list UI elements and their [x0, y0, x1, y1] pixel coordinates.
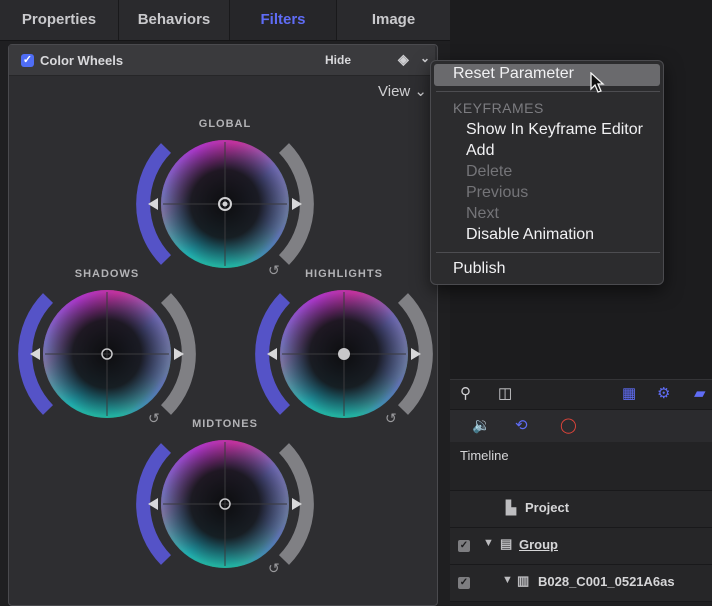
search-icon[interactable]: ⚲	[460, 384, 471, 402]
layers-icon[interactable]: ▰	[694, 384, 706, 402]
global-wheel[interactable]	[136, 140, 314, 268]
loop-icon[interactable]: ⟲	[515, 416, 528, 434]
menu-item-delete: Delete	[466, 163, 513, 180]
row-label: Project	[525, 500, 570, 515]
highlights-wheel[interactable]	[255, 290, 433, 418]
menu-item-previous: Previous	[466, 184, 529, 201]
menu-separator	[436, 252, 660, 253]
menu-item-show-in-keyframe-editor[interactable]: Show In Keyframe Editor	[466, 121, 643, 139]
timeline-row-group[interactable]: ✓ ▼ ▤ Group	[450, 528, 712, 565]
row-enable-checkbox[interactable]: ✓	[458, 540, 470, 552]
cursor-icon	[590, 72, 605, 93]
row-label: B028_C001_0521A6as	[538, 574, 675, 589]
shadows-wheel[interactable]	[18, 290, 196, 418]
timeline-controls: 🔉 ⟲ ◯	[450, 409, 712, 443]
timeline-row-clip[interactable]: ✓ ▼ ▥ B028_C001_0521A6as	[450, 565, 712, 602]
reset-arrow-icon[interactable]: ↺	[385, 410, 397, 427]
menu-item-next: Next	[466, 205, 499, 222]
disclosure-triangle-icon[interactable]: ▼	[483, 537, 494, 549]
layout-icon[interactable]: ◫	[498, 384, 512, 402]
reset-arrow-icon[interactable]: ↺	[268, 560, 280, 577]
document-icon: ▙	[506, 500, 516, 515]
record-icon[interactable]: ◯	[560, 416, 577, 434]
reset-arrow-icon[interactable]: ↺	[268, 262, 280, 279]
timeline-title: Timeline	[460, 448, 509, 463]
row-label: Group	[519, 537, 558, 552]
film-icon: ▥	[517, 573, 530, 588]
timeline-row-project[interactable]: ▙ Project	[450, 491, 712, 528]
audio-icon[interactable]: 🔉	[472, 416, 491, 434]
menu-item-publish[interactable]: Publish	[453, 260, 505, 278]
menu-separator	[436, 91, 660, 92]
timeline-header: Timeline	[450, 442, 712, 469]
menu-item-add[interactable]: Add	[466, 142, 494, 160]
timeline-toolbar: ⚲ ◫ ▦ ⚙ ▰	[450, 379, 712, 410]
menu-item-disable-animation[interactable]: Disable Animation	[466, 226, 594, 244]
timeline-spacer	[450, 468, 712, 491]
menu-section-keyframes: KEYFRAMES	[453, 100, 544, 116]
group-icon: ▤	[500, 536, 513, 551]
disclosure-triangle-icon[interactable]: ▼	[502, 574, 513, 586]
reset-arrow-icon[interactable]: ↺	[148, 410, 160, 427]
gear-icon[interactable]: ⚙	[657, 384, 670, 402]
checkerboard-icon[interactable]: ▦	[622, 384, 636, 402]
menu-item-reset-parameter[interactable]: Reset Parameter	[453, 65, 574, 83]
color-wheels-graphic	[18, 140, 433, 568]
row-enable-checkbox[interactable]: ✓	[458, 577, 470, 589]
midtones-wheel[interactable]	[136, 440, 314, 568]
